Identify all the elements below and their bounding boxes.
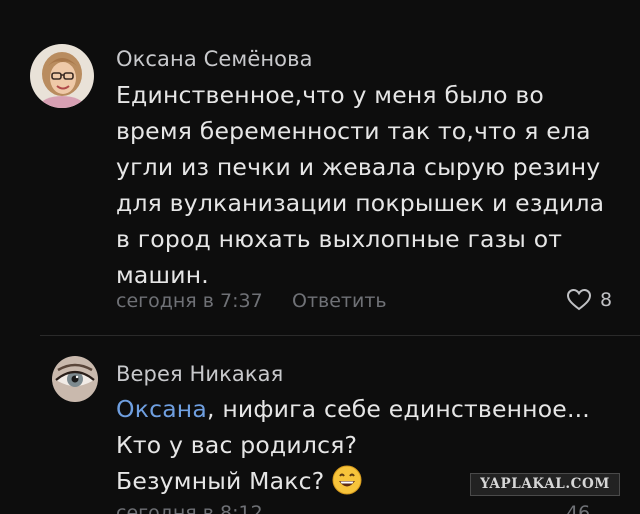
comment-author[interactable]: Оксана Семёнова bbox=[116, 47, 313, 71]
comment-line-text: Безумный Макс? bbox=[116, 467, 325, 495]
comment-timestamp-partial: сегодня в 8:12 bbox=[116, 502, 263, 514]
avatar-image bbox=[52, 356, 98, 402]
comment-line: угли из печки и жевала сырую резину bbox=[116, 153, 601, 181]
like-count: 8 bbox=[600, 289, 613, 311]
heart-icon bbox=[566, 288, 592, 311]
grinning-face-emoji-icon bbox=[332, 465, 362, 505]
comment-line-rest: , нифига себе единственное... bbox=[206, 395, 590, 423]
comment-line: в город нюхать выхлопные газы от bbox=[116, 225, 563, 253]
reply-button[interactable]: Ответить bbox=[292, 290, 387, 312]
comment-line: Оксана, нифига себе единственное... bbox=[116, 391, 590, 427]
comment-line: для вулканизации покрышек и ездила bbox=[116, 189, 605, 217]
divider bbox=[40, 335, 640, 336]
avatar-oksana[interactable] bbox=[30, 44, 94, 108]
comment-line: машин. bbox=[116, 261, 209, 289]
comment-timestamp: сегодня в 7:37 bbox=[116, 290, 263, 312]
avatar-vereya[interactable] bbox=[52, 356, 98, 402]
avatar-image bbox=[30, 44, 94, 108]
comment-text: Единственное,что у меня было во время бе… bbox=[116, 77, 604, 293]
mention-link[interactable]: Оксана bbox=[116, 395, 207, 423]
comment-line: Единственное,что у меня было во bbox=[116, 81, 544, 109]
watermark-logo: YAPLAKAL.COM bbox=[470, 473, 620, 496]
comment-line: время беременности так то,что я ела bbox=[116, 117, 591, 145]
comment-author[interactable]: Верея Никакая bbox=[116, 362, 283, 386]
like-button[interactable]: 8 bbox=[566, 288, 612, 312]
like-count-partial[interactable]: 46 bbox=[566, 502, 590, 514]
comments-screen: Оксана Семёнова Единственное,что у меня … bbox=[0, 0, 640, 514]
comment-line: Кто у вас родился? bbox=[116, 431, 358, 459]
